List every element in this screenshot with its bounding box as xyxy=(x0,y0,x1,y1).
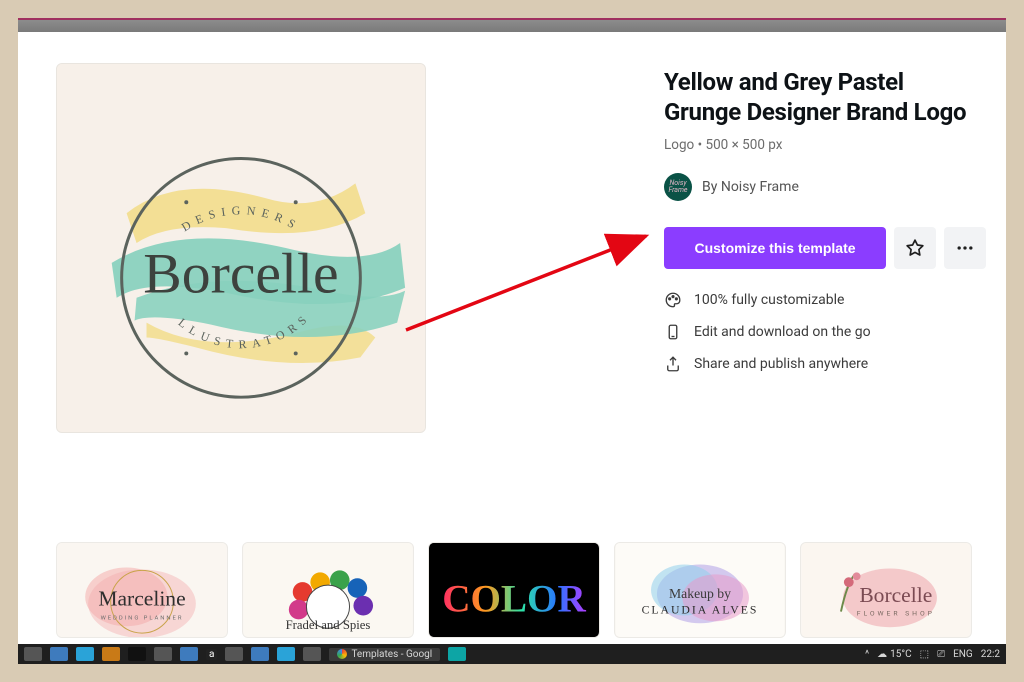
chrome-icon xyxy=(337,649,347,659)
svg-text:WEDDING PLANNER: WEDDING PLANNER xyxy=(101,615,184,621)
related-template-2[interactable]: Fradel and Spies xyxy=(242,542,414,638)
taskbar-icon[interactable] xyxy=(50,647,68,661)
svg-text:COLOR: COLOR xyxy=(442,578,586,621)
palette-icon xyxy=(664,291,682,309)
related-template-1[interactable]: Marceline WEDDING PLANNER xyxy=(56,542,228,638)
tray-icon[interactable]: ⬚ xyxy=(920,649,929,660)
taskbar-icon[interactable] xyxy=(277,647,295,661)
author-row[interactable]: Noisy Frame By Noisy Frame xyxy=(664,173,986,201)
svg-text:CLAUDIA ALVES: CLAUDIA ALVES xyxy=(642,604,759,617)
mobile-icon xyxy=(664,323,682,341)
taskbar-icon[interactable] xyxy=(154,647,172,661)
template-title: Yellow and Grey Pastel Grunge Designer B… xyxy=(664,67,986,127)
preview-brand: Borcelle xyxy=(143,243,338,306)
taskbar-icon[interactable] xyxy=(102,647,120,661)
taskbar[interactable]: a Templates - Googl ^ ☁ 15°C ⬚ ⎚ ENG 22:… xyxy=(18,644,1006,664)
author-avatar: Noisy Frame xyxy=(664,173,692,201)
cloud-icon: ☁ xyxy=(877,649,887,660)
favorite-button[interactable] xyxy=(894,227,936,269)
feature-customizable: 100% fully customizable xyxy=(664,291,986,309)
star-icon xyxy=(905,238,925,258)
template-preview[interactable]: DESIGNERS ILLUSTRATORS Borcelle xyxy=(56,63,426,433)
taskbar-icon[interactable] xyxy=(24,647,42,661)
tab-label: Templates - Googl xyxy=(351,649,432,660)
svg-text:Borcelle: Borcelle xyxy=(859,583,932,607)
related-template-4[interactable]: Makeup by CLAUDIA ALVES xyxy=(614,542,786,638)
related-template-5[interactable]: Borcelle FLOWER SHOP xyxy=(800,542,972,638)
feature-text: Share and publish anywhere xyxy=(694,356,868,372)
feature-mobile: Edit and download on the go xyxy=(664,323,986,341)
taskbar-icon[interactable] xyxy=(448,647,466,661)
taskbar-icon[interactable] xyxy=(251,647,269,661)
template-meta: Logo • 500 × 500 px xyxy=(664,137,986,153)
author-name: Noisy Frame xyxy=(721,179,799,195)
chevron-up-icon[interactable]: ^ xyxy=(865,649,869,660)
feature-text: Edit and download on the go xyxy=(694,324,871,340)
by-label: By xyxy=(702,179,721,195)
lang-indicator[interactable]: ENG xyxy=(953,649,973,660)
taskbar-icon[interactable] xyxy=(180,647,198,661)
temp-value: 15°C xyxy=(890,649,911,660)
feature-text: 100% fully customizable xyxy=(694,292,844,308)
customize-button[interactable]: Customize this template xyxy=(664,227,886,269)
tray-icon[interactable]: ⎚ xyxy=(937,649,945,660)
taskbar-tab[interactable]: Templates - Googl xyxy=(329,648,440,661)
byline: By Noisy Frame xyxy=(702,179,799,195)
taskbar-icon[interactable] xyxy=(303,647,321,661)
amazon-icon[interactable]: a xyxy=(206,649,217,660)
more-icon xyxy=(955,238,975,258)
svg-text:Makeup by: Makeup by xyxy=(669,586,731,601)
svg-text:Fradel and Spies: Fradel and Spies xyxy=(286,618,371,632)
feature-share: Share and publish anywhere xyxy=(664,355,986,373)
svg-text:FLOWER SHOP: FLOWER SHOP xyxy=(857,609,935,617)
clock[interactable]: 22:2 xyxy=(981,649,1000,660)
taskbar-icon[interactable] xyxy=(225,647,243,661)
taskbar-icon[interactable] xyxy=(128,647,146,661)
more-button[interactable] xyxy=(944,227,986,269)
share-icon xyxy=(664,355,682,373)
related-template-3[interactable]: COLOR xyxy=(428,542,600,638)
svg-text:Marceline: Marceline xyxy=(98,587,185,611)
taskbar-icon[interactable] xyxy=(76,647,94,661)
weather[interactable]: ☁ 15°C xyxy=(877,649,911,660)
